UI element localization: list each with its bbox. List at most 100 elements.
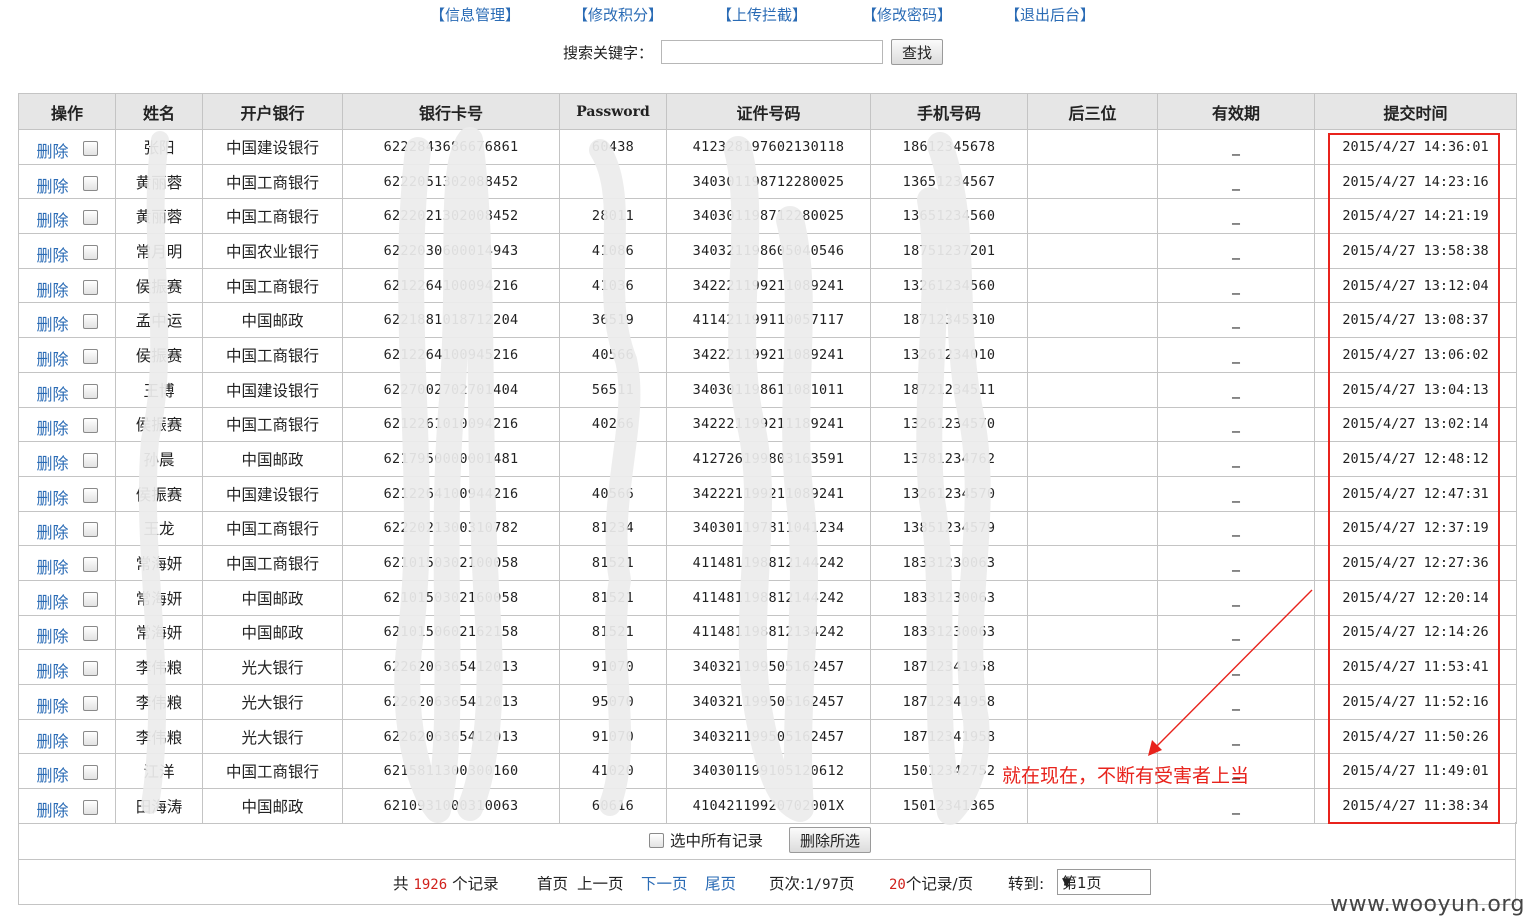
delete-link[interactable]: 删除: [36, 523, 68, 542]
search-label: 搜索关键字：: [563, 43, 654, 62]
table-row: 删除 张阳 中国建设银行 6222843686676861 60438 412328197…: [18, 129, 1517, 165]
nav-upload-intercept[interactable]: 【上传拦截】: [717, 4, 807, 25]
delete-link[interactable]: 删除: [36, 627, 68, 646]
row-checkbox[interactable]: [82, 383, 98, 399]
row-checkbox[interactable]: [82, 140, 98, 156]
delete-link[interactable]: 删除: [36, 142, 68, 161]
cell-password: 81521: [559, 614, 667, 651]
delete-link[interactable]: 删除: [36, 732, 68, 751]
records-table: 操作 姓名 开户银行 银行卡号 Password 证件号码 手机号码 后三位 有…: [18, 93, 1517, 824]
cell-expiry: _: [1157, 718, 1315, 755]
cell-phone: 18331230063: [870, 579, 1028, 616]
delete-link[interactable]: 删除: [36, 801, 68, 820]
nav-edit-points[interactable]: 【修改积分】: [573, 4, 663, 25]
cell-name: 孙晨: [115, 441, 203, 477]
cell-card-number: 6222021300310782: [342, 510, 560, 547]
cell-password: 91070: [559, 718, 667, 755]
cell-name: 李伟粮: [115, 684, 203, 720]
delete-link[interactable]: 删除: [36, 315, 68, 334]
cell-expiry: _: [1157, 163, 1315, 200]
row-checkbox[interactable]: [82, 244, 98, 260]
cell-name: 田海涛: [115, 788, 203, 824]
cell-submit-time: 2015/4/27 11:49:01: [1314, 753, 1517, 790]
nav-logout[interactable]: 【退出后台】: [1005, 4, 1095, 25]
delete-link[interactable]: 删除: [36, 246, 68, 265]
row-checkbox[interactable]: [82, 418, 98, 434]
delete-link[interactable]: 删除: [36, 281, 68, 300]
select-all-label: 选中所有记录: [670, 832, 764, 850]
table-row: 删除 孟中运 中国邮政 6221881018712204 36519 4114211991…: [18, 302, 1517, 339]
cell-submit-time: 2015/4/27 12:37:19: [1314, 510, 1517, 547]
delete-link[interactable]: 删除: [36, 177, 68, 196]
cell-password: 36519: [559, 302, 667, 339]
row-checkbox[interactable]: [82, 661, 98, 677]
cell-password: [559, 163, 667, 200]
delete-link[interactable]: 删除: [36, 558, 68, 577]
cell-password: 40566: [559, 475, 667, 512]
cell-id-number: 342221199211089241: [666, 337, 871, 373]
delete-link[interactable]: 删除: [36, 766, 68, 785]
cell-id-number: 411481198812134242: [666, 614, 871, 651]
row-checkbox[interactable]: [82, 557, 98, 573]
row-checkbox[interactable]: [82, 799, 98, 815]
cell-last-three: [1027, 267, 1158, 304]
row-checkbox[interactable]: [82, 765, 98, 781]
select-all-checkbox[interactable]: [649, 832, 664, 848]
cell-id-number: 411481198812144242: [666, 579, 871, 616]
cell-name: 侯振赛: [115, 267, 203, 304]
cell-bank: 中国工商银行: [202, 337, 343, 373]
cell-id-number: 340321198605040546: [666, 233, 871, 269]
search-button[interactable]: 查找: [891, 39, 944, 65]
cell-action: 删除: [18, 545, 116, 581]
select-all[interactable]: 选中所有记录: [649, 829, 763, 851]
row-checkbox[interactable]: [82, 591, 98, 607]
delete-link[interactable]: 删除: [36, 662, 68, 681]
cell-action: 删除: [18, 475, 116, 512]
row-checkbox[interactable]: [82, 453, 98, 469]
nav-change-password[interactable]: 【修改密码】: [862, 4, 952, 25]
cell-name: 侯振赛: [115, 406, 203, 443]
delete-link[interactable]: 删除: [36, 489, 68, 508]
delete-link[interactable]: 删除: [36, 211, 68, 230]
row-checkbox[interactable]: [82, 314, 98, 330]
row-checkbox[interactable]: [82, 730, 98, 746]
cell-password: 95070: [559, 684, 667, 720]
cell-submit-time: 2015/4/27 13:12:04: [1314, 267, 1517, 304]
cell-expiry: _: [1157, 337, 1315, 373]
row-checkbox[interactable]: [82, 626, 98, 642]
row-checkbox[interactable]: [82, 522, 98, 538]
delete-link[interactable]: 删除: [36, 419, 68, 438]
last-page-link[interactable]: 尾页: [705, 872, 736, 894]
cell-password: 40566: [559, 337, 667, 373]
delete-selected-button[interactable]: 删除所选: [789, 827, 872, 853]
cell-expiry: _: [1157, 406, 1315, 443]
cell-name: 常海妍: [115, 614, 203, 651]
cell-expiry: _: [1157, 302, 1315, 339]
delete-link[interactable]: 删除: [36, 454, 68, 473]
row-checkbox[interactable]: [82, 210, 98, 226]
row-checkbox[interactable]: [82, 175, 98, 191]
table-row: 删除 常海妍 中国邮政 6210150602162158 81521 4114811988…: [18, 614, 1517, 651]
total-value: 1926: [413, 877, 448, 893]
delete-link[interactable]: 删除: [36, 350, 68, 369]
cell-name: 常海妍: [115, 545, 203, 581]
cell-phone: 18712341958: [870, 649, 1028, 685]
next-page-link[interactable]: 下一页: [641, 872, 688, 894]
delete-link[interactable]: 删除: [36, 697, 68, 716]
cell-submit-time: 2015/4/27 13:02:14: [1314, 406, 1517, 443]
delete-link[interactable]: 删除: [36, 593, 68, 612]
goto-page-select[interactable]: 第1页 ▼: [1057, 869, 1151, 895]
nav-info-management[interactable]: 【信息管理】: [430, 4, 520, 25]
row-checkbox[interactable]: [82, 695, 98, 711]
cell-last-three: [1027, 163, 1158, 200]
cell-bank: 光大银行: [202, 718, 343, 755]
total-prefix: 共: [393, 875, 409, 893]
cell-id-number: 340301197811041234: [666, 510, 871, 547]
row-checkbox[interactable]: [82, 279, 98, 295]
cell-password: [559, 441, 667, 477]
row-checkbox[interactable]: [82, 487, 98, 503]
row-checkbox[interactable]: [82, 348, 98, 364]
delete-link[interactable]: 删除: [36, 385, 68, 404]
cell-password: 81521: [559, 579, 667, 616]
search-input[interactable]: [661, 40, 884, 64]
